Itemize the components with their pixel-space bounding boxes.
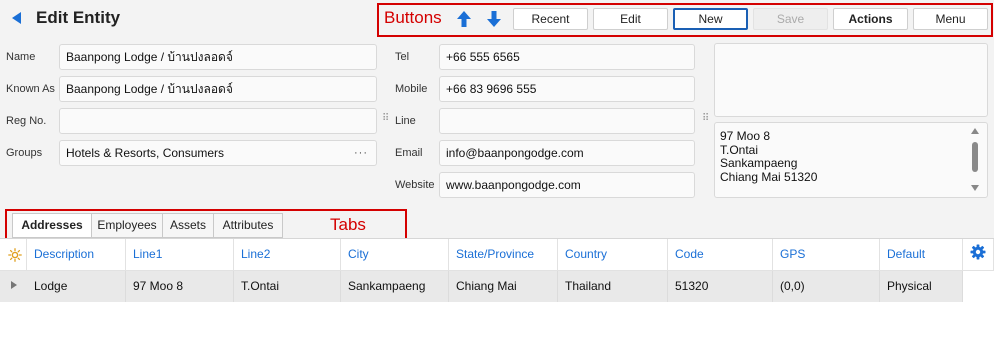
edit-button[interactable]: Edit [593,8,668,30]
groups-value: Hotels & Resorts, Consumers [66,146,225,160]
website-field[interactable]: www.baanpongodge.com [439,172,695,198]
address-field[interactable]: 97 Moo 8 T.Ontai Sankampaeng Chiang Mai … [714,122,988,198]
email-label: Email [395,147,423,159]
known-as-field[interactable]: Baanpong Lodge / บ้านปงลอดจ์ [59,76,377,102]
drag-handle-icon[interactable]: ⠿ [382,114,389,124]
edit-entity-window: Edit Entity Buttons Recent Edit New Save… [0,0,994,364]
name-field[interactable]: Baanpong Lodge / บ้านปงลอดจ์ [59,44,377,70]
reg-no-field[interactable] [59,108,377,134]
cell-city[interactable]: Sankampaeng [341,271,449,302]
email-field[interactable]: info@baanpongodge.com [439,140,695,166]
column-header-default[interactable]: Default [880,239,963,271]
column-header-state[interactable]: State/Province [449,239,558,271]
scrollbar-thumb[interactable] [972,142,978,172]
reg-no-label: Reg No. [6,115,47,127]
column-header-country[interactable]: Country [558,239,668,271]
column-header-city[interactable]: City [341,239,449,271]
new-button[interactable]: New [673,8,748,30]
column-header-line1[interactable]: Line1 [126,239,234,271]
drag-handle-icon[interactable]: ⠿ [702,114,709,124]
tel-label: Tel [395,51,410,63]
known-as-label: Known As [6,83,55,95]
sun-icon[interactable] [8,248,22,262]
save-button[interactable]: Save [753,8,828,30]
notes-field[interactable] [714,43,988,117]
tabs-annotation-label: Tabs [330,215,366,234]
column-header-line2[interactable]: Line2 [234,239,341,271]
mobile-field[interactable]: +66 83 9696 555 [439,76,695,102]
name-label: Name [6,51,36,63]
scroll-up-icon[interactable] [971,128,979,134]
groups-more-button[interactable]: ··· [354,141,368,165]
cell-default[interactable]: Physical [880,271,963,302]
tel-field[interactable]: +66 555 6565 [439,44,695,70]
line-label: Line [395,115,416,127]
gear-icon[interactable] [970,244,986,260]
row-expander-icon[interactable] [11,281,17,289]
address-text: 97 Moo 8 T.Ontai Sankampaeng Chiang Mai … [720,129,818,184]
arrow-up-icon[interactable] [456,10,472,28]
cell-description[interactable]: Lodge [27,271,126,302]
menu-button[interactable]: Menu [913,8,988,30]
addresses-grid: Description Line1 Line2 City State/Provi… [0,238,994,364]
page-title: Edit Entity [36,8,121,27]
column-header-description[interactable]: Description [27,239,126,271]
groups-field[interactable]: Hotels & Resorts, Consumers ··· [59,140,377,166]
scroll-down-icon[interactable] [971,185,979,191]
cell-line2[interactable]: T.Ontai [234,271,341,302]
actions-button[interactable]: Actions [833,8,908,30]
recent-button[interactable]: Recent [513,8,588,30]
arrow-down-icon[interactable] [486,10,502,28]
buttons-annotation-label: Buttons [384,8,442,27]
cell-country[interactable]: Thailand [558,271,668,302]
cell-line1[interactable]: 97 Moo 8 [126,271,234,302]
mobile-label: Mobile [395,83,428,95]
cell-gps[interactable]: (0,0) [773,271,880,302]
groups-label: Groups [6,147,43,159]
cell-code[interactable]: 51320 [668,271,773,302]
column-header-code[interactable]: Code [668,239,773,271]
back-arrow-icon[interactable] [12,12,21,24]
website-label: Website [395,179,435,191]
column-header-gps[interactable]: GPS [773,239,880,271]
cell-state[interactable]: Chiang Mai [449,271,558,302]
line-field[interactable] [439,108,695,134]
